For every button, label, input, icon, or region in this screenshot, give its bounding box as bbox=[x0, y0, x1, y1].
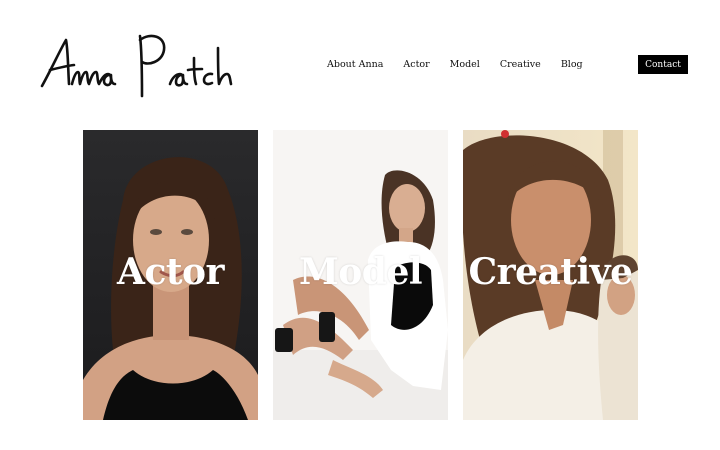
contact-button[interactable]: Contact bbox=[638, 55, 688, 74]
card-creative[interactable]: Creative bbox=[463, 130, 638, 420]
card-actor-label: Actor bbox=[117, 251, 224, 293]
card-creative-label: Creative bbox=[468, 251, 633, 293]
card-model-label: Model bbox=[298, 251, 423, 293]
logo-signature bbox=[40, 34, 233, 98]
nav-item-model[interactable]: Model bbox=[450, 58, 480, 72]
nav-item-about-anna[interactable]: About Anna bbox=[327, 58, 383, 72]
card-actor[interactable]: Actor bbox=[83, 130, 258, 420]
nav-item-actor[interactable]: Actor bbox=[403, 58, 429, 72]
logo[interactable] bbox=[38, 28, 238, 103]
nav-item-creative[interactable]: Creative bbox=[500, 58, 541, 72]
page: About Anna Actor Model Creative Blog Con… bbox=[0, 0, 720, 450]
nav-item-blog[interactable]: Blog bbox=[561, 58, 583, 72]
card-model[interactable]: Model bbox=[273, 130, 448, 420]
main-nav: About Anna Actor Model Creative Blog bbox=[320, 58, 583, 72]
